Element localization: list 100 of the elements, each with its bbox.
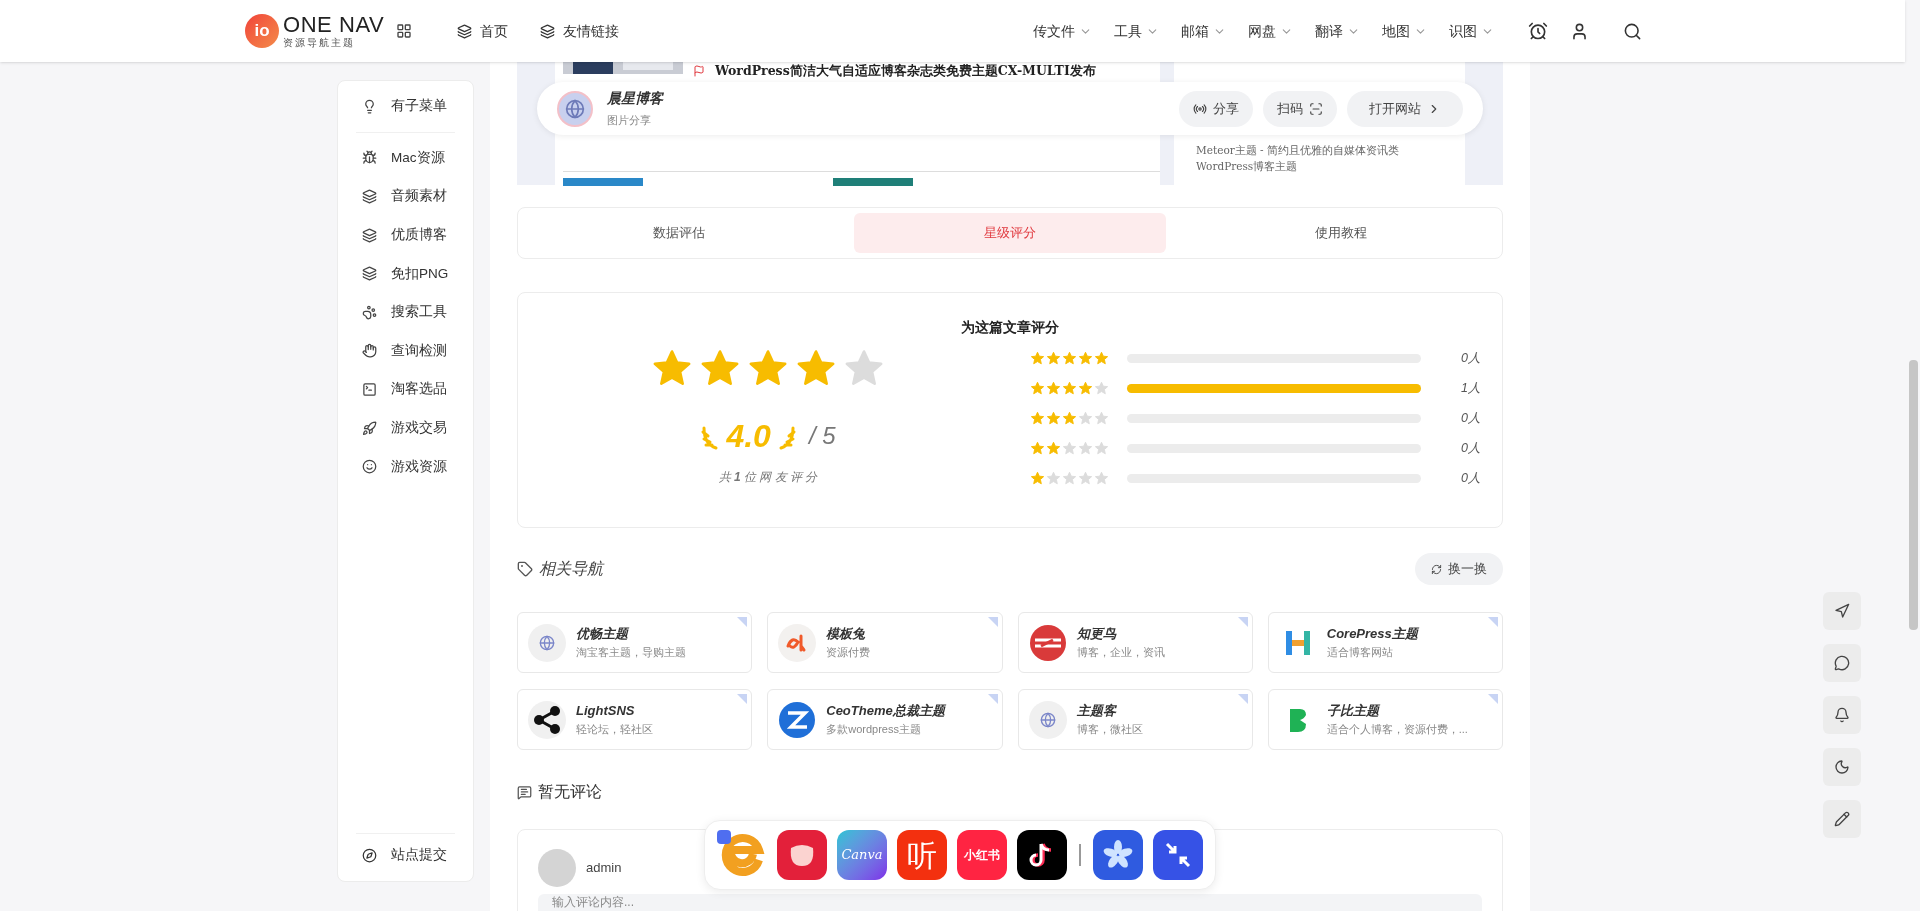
site-card[interactable]: CorePress主题 适合博客网站 (1267, 612, 1503, 673)
site-title: 子比主题 (1326, 702, 1381, 719)
section-title: 相关导航 (539, 559, 603, 579)
site-card[interactable]: CeoTheme总裁主题 多款wordpress主题 (767, 689, 1003, 750)
smile-icon (362, 459, 377, 475)
rating-count: 0人 (1460, 439, 1481, 457)
site-title: 模板兔 (826, 625, 867, 642)
star-icon (1046, 380, 1061, 396)
star-icon (1062, 380, 1077, 396)
menu-link[interactable]: 翻译 (1315, 20, 1360, 42)
tab[interactable]: 使用教程 (1185, 213, 1497, 253)
compass-icon (362, 848, 377, 863)
rating-summary: 共 1 位 网 友 评 分 (718, 469, 818, 486)
menu-link[interactable]: 传文件 (1033, 20, 1092, 42)
star-icon (1078, 440, 1093, 456)
star-icon (1062, 440, 1077, 456)
avatar (538, 849, 576, 887)
corner-mark-icon (1237, 617, 1248, 627)
rating-max: / 5 (808, 421, 836, 451)
logo-icon (778, 623, 817, 662)
corner-mark-icon (1237, 694, 1248, 704)
chat-icon (1834, 655, 1850, 671)
site-title: CeoTheme总裁主题 (826, 702, 945, 719)
site-card[interactable]: 模板兔 资源付费 (767, 612, 1003, 673)
article-snippet: Meteor主题 - 简约且优雅的自媒体资讯类WordPress博客主题 (1196, 143, 1400, 174)
menu-link[interactable]: 工具 (1114, 20, 1159, 42)
scrollbar-thumb[interactable] (1909, 360, 1918, 630)
star-icon (1030, 380, 1045, 396)
site-description: 轻论坛，轻社区 (576, 722, 653, 737)
app-icon[interactable] (1017, 830, 1067, 880)
sidebar-item[interactable]: 查询检测 (356, 331, 455, 371)
star-icon (1094, 440, 1109, 456)
navigation-icon (1834, 603, 1850, 619)
site-card[interactable]: 子比主题 适合个人博客，资源付费，... (1267, 689, 1503, 750)
site-description: 资源付费 (826, 645, 871, 660)
app-icon[interactable] (1153, 830, 1203, 880)
float-button[interactable] (1823, 800, 1861, 838)
site-description: 博客，企业，资讯 (1076, 645, 1165, 660)
rating-count: 0人 (1460, 469, 1481, 487)
menu-link[interactable]: 地图 (1382, 20, 1427, 42)
site-card[interactable]: LightSNS 轻论坛，轻社区 (517, 689, 753, 750)
nav-link[interactable]: 友情链接 (540, 20, 620, 42)
sidebar-item[interactable]: 游戏交易 (356, 408, 455, 448)
nav-link[interactable]: 首页 (457, 20, 509, 42)
rating-count: 1人 (1460, 379, 1481, 397)
site-title: LightSNS (576, 702, 636, 719)
menu-link[interactable]: 网盘 (1248, 20, 1293, 42)
comment-user: admin (586, 859, 622, 878)
site-description: 适合博客网站 (1326, 645, 1394, 660)
alarm-icon[interactable] (1528, 21, 1548, 41)
refresh-button[interactable]: 换一换 (1415, 553, 1503, 585)
float-button[interactable] (1823, 644, 1861, 682)
star-icon (1062, 410, 1077, 426)
logo-name[interactable]: ONE NAV (283, 14, 385, 36)
bug-icon (362, 150, 377, 166)
grid-icon[interactable] (396, 23, 413, 39)
float-button[interactable] (1823, 748, 1861, 786)
paw-icon (362, 304, 377, 320)
corner-mark-icon (737, 617, 748, 627)
menu-link[interactable]: 识图 (1449, 20, 1494, 42)
star-icon (1094, 380, 1109, 396)
site-card[interactable]: 主题客 博客，微社区 (1017, 689, 1253, 750)
menu-link[interactable]: 邮箱 (1181, 20, 1226, 42)
rating-count: 0人 (1460, 349, 1481, 367)
site-title: CorePress主题 (1326, 625, 1418, 642)
star-icon (1046, 440, 1061, 456)
user-icon[interactable] (1570, 21, 1589, 41)
sidebar-item[interactable]: Mac资源 (356, 138, 455, 178)
comment-field[interactable]: 输入评论内容... (538, 894, 1482, 911)
site-category: 图片分享 (607, 113, 652, 129)
tab[interactable]: 数据评估 (523, 213, 835, 253)
float-button[interactable] (1823, 592, 1861, 630)
site-action-button[interactable]: 分享 (1179, 90, 1253, 127)
star-icon (1046, 350, 1061, 366)
site-card[interactable]: 知更鸟 博客，企业，资讯 (1017, 612, 1253, 673)
sidebar-item[interactable]: 优质博客 (356, 215, 455, 255)
site-action-button[interactable]: 打开网站 (1347, 90, 1463, 127)
corner-mark-icon (737, 694, 748, 704)
app-button[interactable]: 小红书 (957, 830, 1007, 880)
hand-icon (362, 343, 377, 359)
logo-icon (1028, 623, 1067, 662)
app-button[interactable]: 听 (897, 830, 947, 880)
layers-icon (362, 266, 377, 282)
sidebar-item[interactable]: 游戏资源 (356, 447, 455, 486)
tab[interactable]: 星级评分 (854, 213, 1166, 253)
float-button[interactable] (1823, 696, 1861, 734)
site-action-button[interactable]: 扫码 (1263, 90, 1337, 127)
sidebar-item[interactable]: 站点提交 (356, 840, 455, 871)
layers-icon (362, 227, 377, 243)
bell-icon (1834, 707, 1850, 723)
sidebar-item[interactable]: 搜索工具 (356, 292, 455, 332)
sidebar-item[interactable]: 有子菜单 (356, 87, 455, 126)
sidebar-item[interactable]: 音频素材 (356, 177, 455, 216)
globe-icon (1028, 700, 1067, 739)
sidebar-item[interactable]: 免扣PNG (356, 254, 455, 293)
sidebar-item[interactable]: 淘客选品 (356, 370, 455, 409)
search-icon[interactable] (1623, 21, 1642, 41)
site-description: 适合个人博客，资源付费，... (1326, 722, 1468, 737)
star-icon (1078, 350, 1093, 366)
site-card[interactable]: 优畅主题 淘宝客主题，导购主题 (517, 612, 753, 673)
